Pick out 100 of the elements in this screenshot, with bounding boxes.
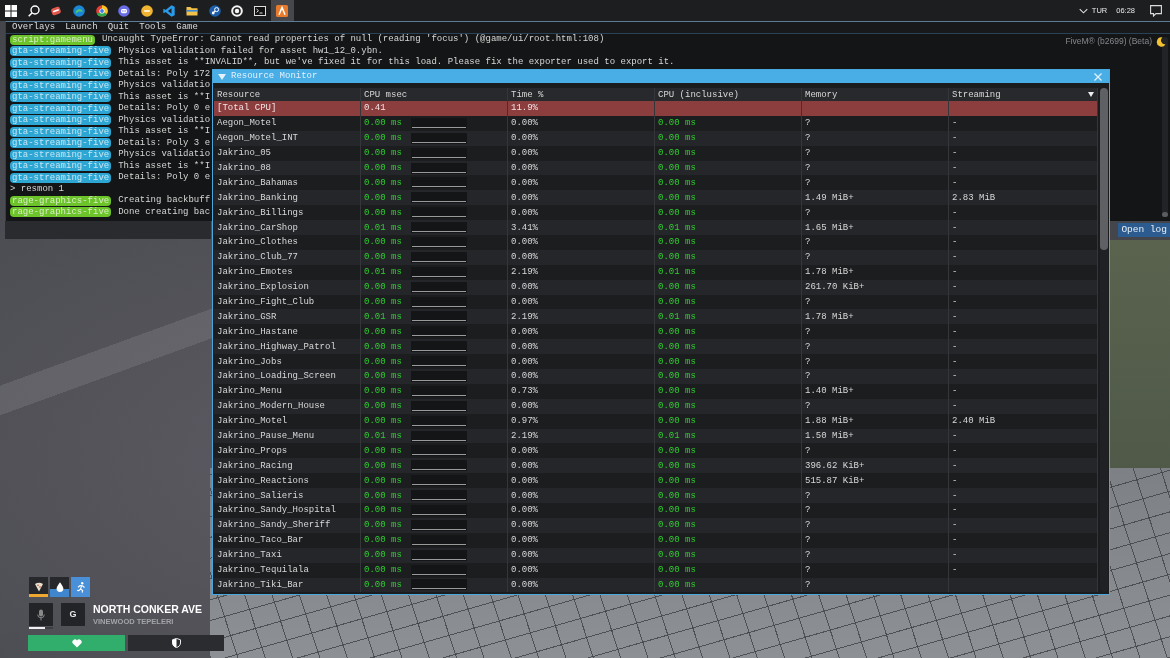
console-input[interactable] <box>5 221 211 239</box>
scrollbar-thumb[interactable] <box>1162 212 1168 217</box>
column-header[interactable]: Memory <box>805 88 838 101</box>
menu-item[interactable]: Game <box>171 22 203 33</box>
streaming-value: - <box>952 296 958 308</box>
resource-name: Jakrino_Loading_Screen <box>217 370 336 383</box>
chat-circle-icon[interactable] <box>118 4 131 17</box>
time-percent: 2.19% <box>511 430 538 443</box>
keybind-tile: G <box>61 603 85 626</box>
resource-name: Jakrino_Bahamas <box>217 176 298 189</box>
knob-icon[interactable] <box>208 4 221 17</box>
microphone-icon <box>37 608 45 621</box>
cpu-inclusive-time: 0.00 ms <box>658 296 696 308</box>
cpu-sparkline <box>410 370 467 382</box>
source-tag: gta-streaming-five <box>10 57 112 68</box>
grid-icon[interactable] <box>5 4 18 17</box>
column-header[interactable]: Streaming <box>952 88 1001 101</box>
resource-name: Jakrino_GSR <box>217 310 277 323</box>
resource-name: Jakrino_Pause_Menu <box>217 430 315 443</box>
time-percent: 3.41% <box>511 221 538 234</box>
log-message: Physics validatio <box>118 80 211 92</box>
cpu-sparkline <box>410 192 467 204</box>
log-message: This asset is **INVALID**, but we've fixed it for this load. Please fix the exporter used to export it. <box>118 57 675 69</box>
cpu-time: 0.01 ms <box>364 266 402 279</box>
scrollbar-thumb[interactable] <box>1100 88 1108 250</box>
cpu-time: 0.00 ms <box>364 534 402 547</box>
cpu-time: 0.00 ms <box>364 578 402 591</box>
resource-name: Jakrino_Jobs <box>217 355 282 368</box>
source-tag: gta-streaming-five <box>10 126 112 137</box>
streaming-value: - <box>952 147 958 160</box>
cpu-inclusive-time: 0.00 ms <box>658 325 696 338</box>
streaming-value: - <box>952 132 958 145</box>
source-tag: rage-graphics-five <box>10 195 112 206</box>
peak-icon[interactable] <box>276 4 289 17</box>
memory-value: ? <box>805 236 811 249</box>
resource-name: Jakrino_Club_77 <box>217 251 298 264</box>
cpu-inclusive-time: 0.00 ms <box>658 251 696 264</box>
resource-name: Jakrino_Tiki_Bar <box>217 578 304 591</box>
ring-icon[interactable] <box>231 4 244 17</box>
folder-icon[interactable] <box>186 4 199 17</box>
chevron-down-icon[interactable] <box>1078 7 1088 14</box>
cpu-time: 0.00 ms <box>364 415 402 428</box>
resource-name: Jakrino_Banking <box>217 191 298 204</box>
cpu-time: 0.00 ms <box>364 400 402 413</box>
streaming-value: - <box>952 206 958 219</box>
time-percent: 0.00% <box>511 117 538 130</box>
time-percent: 0.00% <box>511 370 538 383</box>
cpu-inclusive-time: 0.00 ms <box>658 415 696 428</box>
sort-triangle-icon[interactable] <box>1088 92 1094 97</box>
memory-value: ? <box>805 251 811 264</box>
column-header[interactable]: Resource <box>217 88 261 101</box>
terminal-icon[interactable] <box>253 4 266 17</box>
time-percent: 0.00% <box>511 534 538 547</box>
log-message: Details: Poly 0 e <box>118 172 211 184</box>
memory-value: 1.49 MiB+ <box>805 191 854 204</box>
memory-value: 1.78 MiB+ <box>805 266 854 279</box>
streaming-value: - <box>952 221 958 234</box>
menu-item[interactable]: Overlays <box>7 22 61 33</box>
message-icon[interactable] <box>1150 4 1162 17</box>
menu-item[interactable]: Tools <box>134 22 172 33</box>
resource-name: [Total CPU] <box>217 102 277 115</box>
source-tag: gta-streaming-five <box>10 46 112 57</box>
open-log-button[interactable]: Open log <box>1118 223 1170 237</box>
color-wheel-icon[interactable] <box>95 4 108 17</box>
cpu-inclusive-time: 0.00 ms <box>658 162 696 174</box>
resource-name: Aegon_Motel_INT <box>217 132 298 145</box>
tilted-card-icon[interactable] <box>50 4 63 17</box>
memory-value: 1.88 MiB+ <box>805 415 854 428</box>
column-header[interactable]: CPU (inclusive) <box>658 88 739 101</box>
menu-item[interactable]: Quit <box>102 22 135 33</box>
ribbon-icon[interactable] <box>163 4 176 17</box>
memory-value: ? <box>805 162 811 174</box>
cpu-time: 0.00 ms <box>364 251 402 264</box>
memory-value: 1.50 MiB+ <box>805 430 854 443</box>
time-percent: 0.73% <box>511 385 538 398</box>
column-header[interactable]: CPU msec <box>364 88 408 101</box>
time-percent: 0.00% <box>511 564 538 577</box>
cpu-time: 0.00 ms <box>364 340 402 353</box>
cpu-time: 0.00 ms <box>364 132 402 145</box>
search-icon[interactable] <box>27 4 40 17</box>
log-message: This asset is **I <box>118 91 211 103</box>
cpu-time: 0.00 ms <box>364 147 402 160</box>
cpu-inclusive-time: 0.00 ms <box>658 385 696 398</box>
resource-name: Jakrino_Billings <box>217 206 304 219</box>
memory-value: ? <box>805 549 811 562</box>
window-title: Resource Monitor <box>231 70 318 83</box>
time-percent: 0.00% <box>511 459 538 472</box>
streaming-value: - <box>952 236 958 249</box>
memory-value: ? <box>805 400 811 413</box>
taskbar-button[interactable] <box>271 0 294 21</box>
resource-name: Jakrino_Clothes <box>217 236 298 249</box>
cpu-inclusive-time: 0.00 ms <box>658 504 696 517</box>
memory-value: ? <box>805 519 811 532</box>
swirl-icon[interactable] <box>73 4 86 17</box>
time-percent: 0.97% <box>511 415 538 428</box>
time-percent: 0.00% <box>511 191 538 204</box>
resource-name: Jakrino_Props <box>217 444 288 457</box>
minus-circle-icon[interactable] <box>140 4 153 17</box>
menu-item[interactable]: Launch <box>60 22 103 33</box>
column-header[interactable]: Time % <box>511 88 544 101</box>
